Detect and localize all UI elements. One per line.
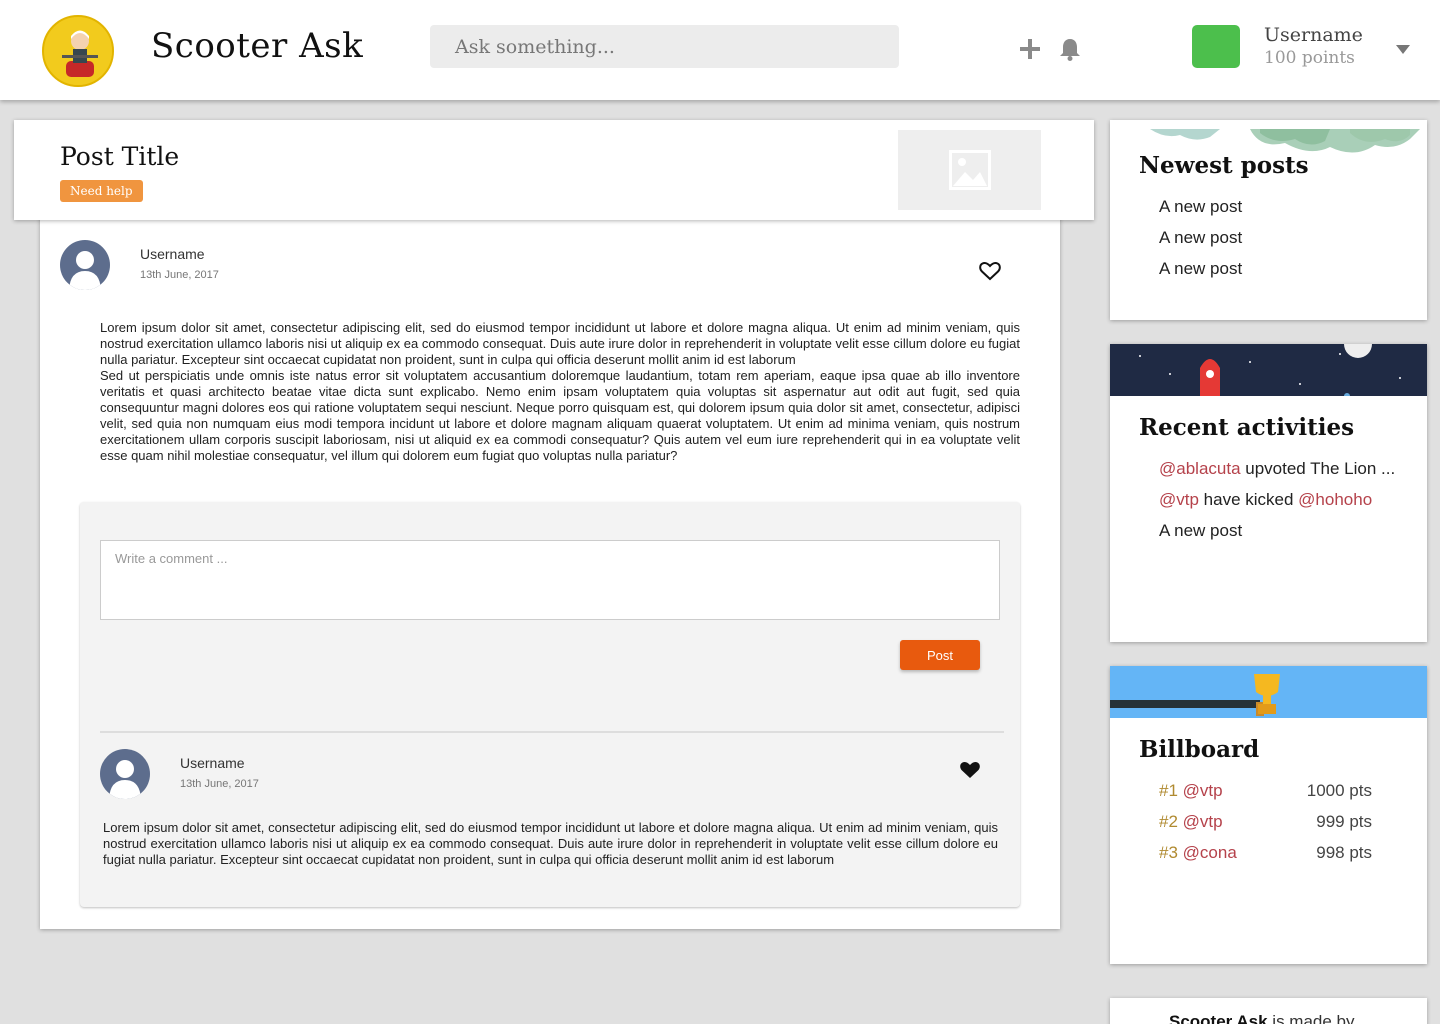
top-header: Scooter Ask Ask something... Username 10… — [0, 0, 1440, 100]
post-author[interactable]: Username — [140, 246, 205, 262]
post-card: Username 13th June, 2017 Lorem ipsum dol… — [40, 200, 1060, 929]
billboard-list: #1 @vtp 1000 pts #2 @vtp 999 pts #3 @con… — [1159, 775, 1372, 868]
post-comment-button[interactable]: Post — [900, 640, 980, 670]
comment-section: Post Username 13th June, 2017 Lorem ipsu… — [80, 502, 1020, 907]
avatar[interactable] — [60, 240, 110, 290]
list-item[interactable]: #1 @vtp 1000 pts — [1159, 775, 1372, 806]
list-item[interactable]: @vtp have kicked @hohoho — [1159, 484, 1395, 515]
mention-link[interactable]: @vtp — [1183, 781, 1223, 800]
trophy-banner — [1110, 666, 1427, 718]
mention-link[interactable]: @ablacuta — [1159, 459, 1241, 478]
credits-suffix: is made by — [1267, 1012, 1355, 1024]
billboard-card: Billboard #1 @vtp 1000 pts #2 @vtp 999 p… — [1110, 666, 1427, 964]
list-item[interactable]: A new post — [1159, 515, 1395, 546]
status-badge[interactable]: Need help — [60, 180, 143, 202]
search-input[interactable]: Ask something... — [430, 25, 899, 68]
mention-link[interactable]: @vtp — [1183, 812, 1223, 831]
points-value: 999 pts — [1316, 812, 1372, 831]
billboard-heading: Billboard — [1139, 736, 1260, 763]
heart-outline-icon[interactable] — [978, 259, 1002, 283]
list-item[interactable]: A new post — [1159, 191, 1242, 222]
header-points: 100 points — [1264, 48, 1355, 68]
divider — [100, 731, 1004, 733]
comment-body: Lorem ipsum dolor sit amet, consectetur … — [103, 820, 998, 867]
chevron-down-icon[interactable] — [1396, 45, 1410, 54]
image-icon — [898, 130, 1041, 210]
points-value: 1000 pts — [1306, 781, 1372, 800]
heart-filled-icon[interactable] — [958, 758, 982, 782]
newest-posts-card: Newest posts A new post A new post A new… — [1110, 120, 1427, 320]
list-item[interactable]: @ablacuta upvoted The Lion ... — [1159, 453, 1395, 484]
points-value: 998 pts — [1316, 843, 1372, 862]
activity-text: upvoted The Lion ... — [1240, 459, 1396, 478]
plus-icon[interactable] — [1017, 36, 1043, 62]
mention-link[interactable]: @cona — [1183, 843, 1237, 862]
avatar[interactable] — [1192, 25, 1240, 68]
list-item[interactable]: #3 @cona 998 pts — [1159, 837, 1372, 868]
rank-number: #1 — [1159, 781, 1178, 800]
newest-posts-heading: Newest posts — [1139, 152, 1309, 179]
recent-activities-card: Recent activities @ablacuta upvoted The … — [1110, 344, 1427, 642]
rank-number: #2 — [1159, 812, 1178, 831]
list-item[interactable]: #2 @vtp 999 pts — [1159, 806, 1372, 837]
rank-number: #3 — [1159, 843, 1178, 862]
activity-text: have kicked — [1198, 490, 1299, 509]
post-header-card: Post Title Need help — [14, 120, 1094, 220]
mention-link[interactable]: @hohoho — [1298, 490, 1372, 509]
credits-card: Scooter Ask is made by — [1110, 998, 1427, 1024]
recent-activities-list: @ablacuta upvoted The Lion ... @vtp have… — [1159, 453, 1395, 546]
page-title: Post Title — [60, 142, 180, 171]
logo-icon[interactable] — [42, 15, 114, 87]
recent-activities-heading: Recent activities — [1139, 414, 1355, 441]
rocket-banner — [1110, 344, 1427, 396]
post-paragraph: Lorem ipsum dolor sit amet, consectetur … — [100, 320, 1020, 367]
bell-icon[interactable] — [1057, 36, 1083, 62]
post-body: Lorem ipsum dolor sit amet, consectetur … — [100, 320, 1020, 464]
comment-date: 13th June, 2017 — [180, 778, 259, 790]
post-date: 13th June, 2017 — [140, 269, 219, 281]
credits-text: Scooter Ask is made by — [1169, 1012, 1355, 1024]
avatar[interactable] — [100, 749, 150, 799]
comment-author[interactable]: Username — [180, 755, 245, 771]
list-item[interactable]: A new post — [1159, 222, 1242, 253]
header-username: Username — [1264, 24, 1363, 46]
credits-brand[interactable]: Scooter Ask — [1169, 1012, 1268, 1024]
app-title: Scooter Ask — [151, 26, 364, 66]
mention-link[interactable]: @vtp — [1159, 490, 1199, 509]
post-paragraph: Sed ut perspiciatis unde omnis iste natu… — [100, 368, 1020, 463]
comment-input[interactable] — [100, 540, 1000, 620]
list-item[interactable]: A new post — [1159, 253, 1242, 284]
newest-posts-list: A new post A new post A new post — [1159, 191, 1242, 284]
